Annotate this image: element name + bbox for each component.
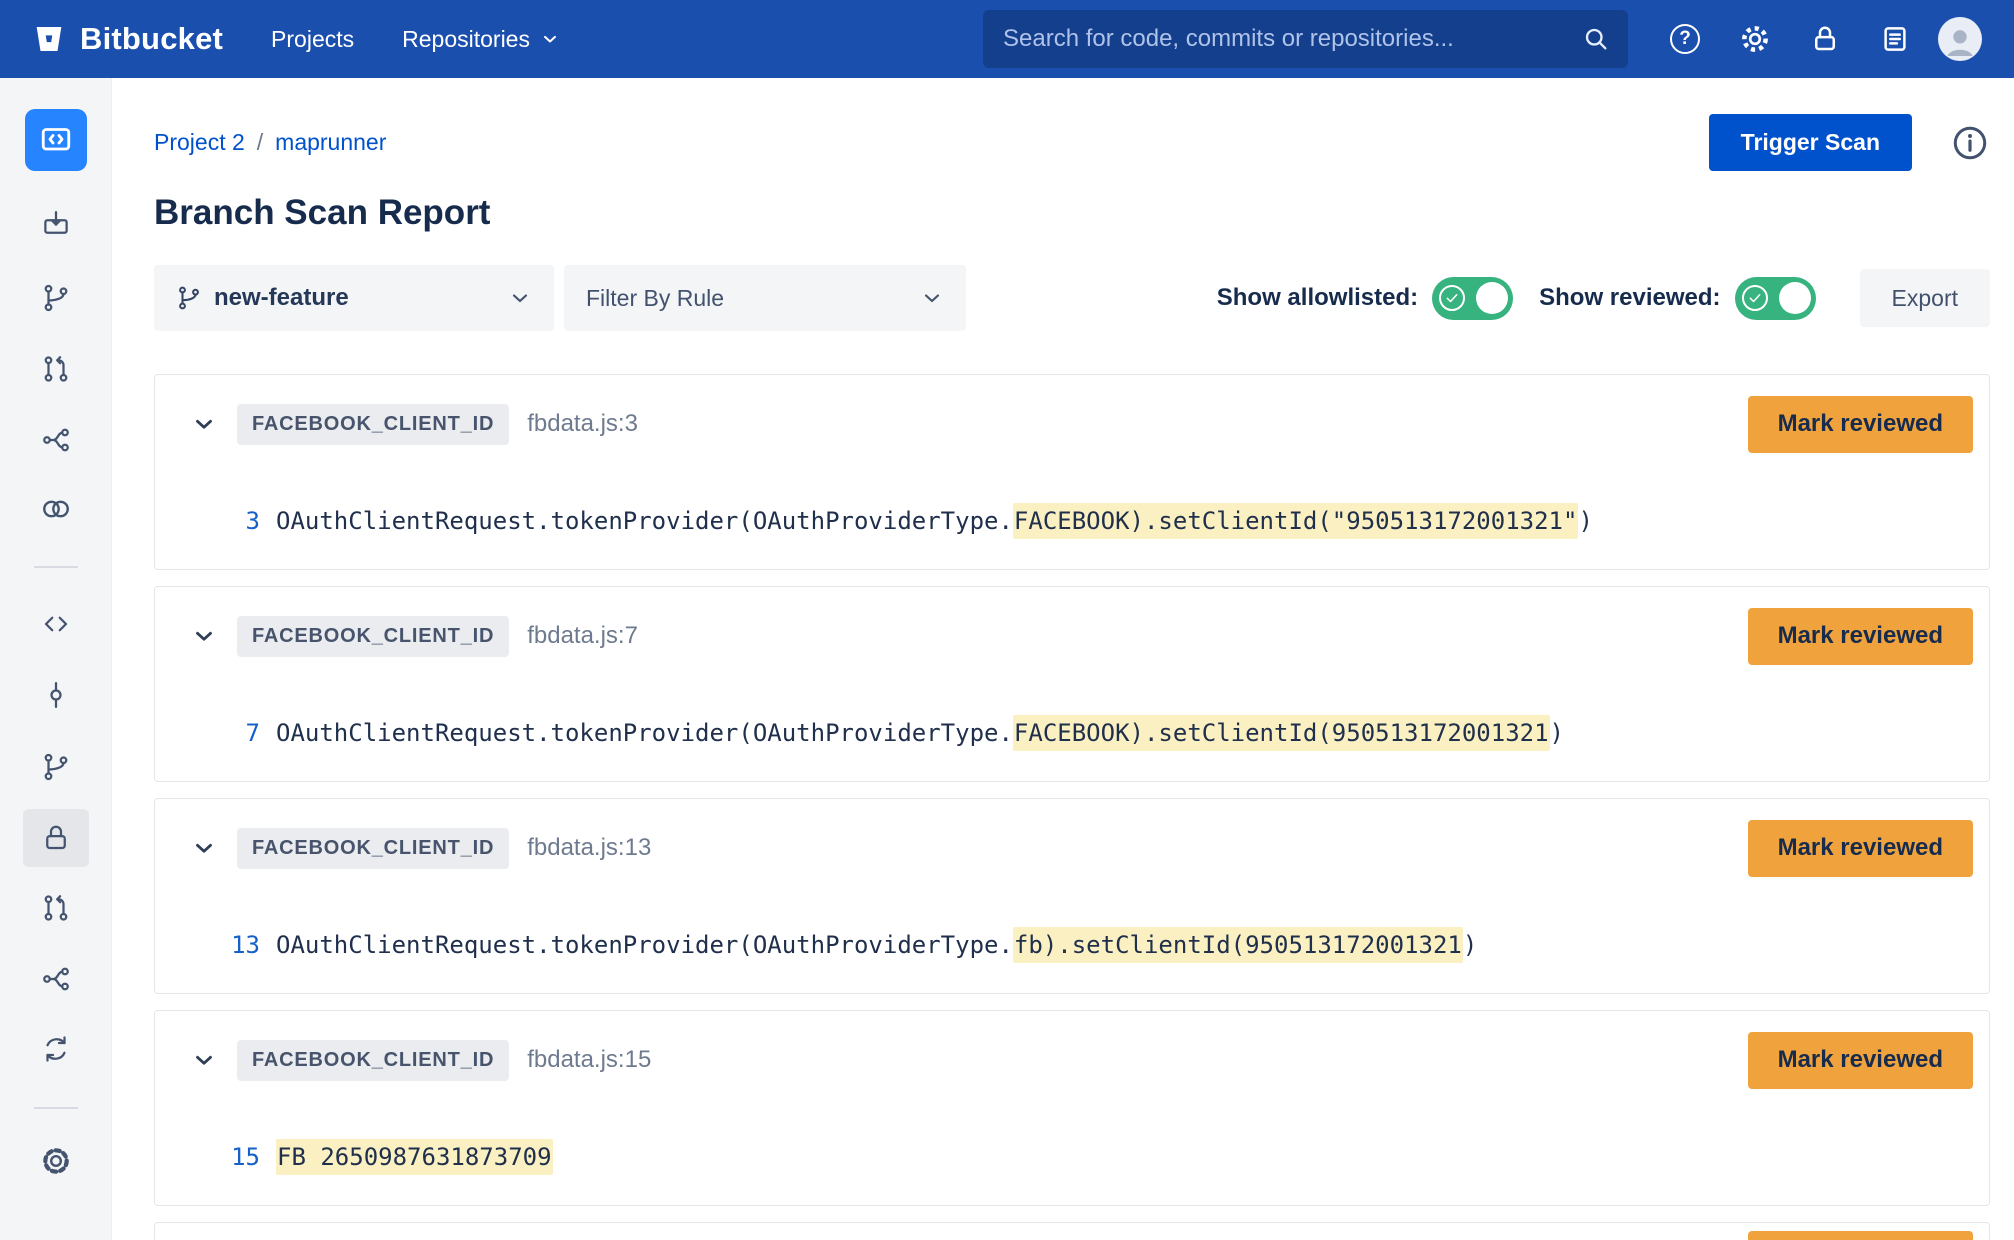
secret-highlight: FACEBOOK).setClientId(950513172001321 bbox=[1013, 715, 1550, 751]
finding-card: FACEBOOK_CLIENT_ID fbdata.js:7 Mark revi… bbox=[154, 586, 1990, 782]
breadcrumb-project-link[interactable]: Project 2 bbox=[154, 129, 245, 156]
show-allowlisted-toggle[interactable] bbox=[1432, 277, 1513, 320]
toggle-knob bbox=[1476, 282, 1508, 314]
code-line: OAuthClientRequest.tokenProvider(OAuthPr… bbox=[276, 719, 1564, 747]
chevron-down-icon bbox=[920, 286, 944, 310]
nav-repositories[interactable]: Repositories bbox=[402, 26, 560, 53]
top-nav: Bitbucket Projects Repositories ? bbox=[0, 0, 2014, 78]
person-icon bbox=[1940, 21, 1980, 61]
rule-badge: FACEBOOK_CLIENT_ID bbox=[237, 828, 509, 869]
pipelines-icon[interactable] bbox=[37, 490, 75, 528]
export-button[interactable]: Export bbox=[1860, 269, 1990, 327]
rule-badge: FACEBOOK_CLIENT_ID bbox=[237, 1040, 509, 1081]
brand-name: Bitbucket bbox=[80, 21, 223, 57]
code-line-number: 7 bbox=[215, 719, 260, 747]
secret-highlight: FACEBOOK).setClientId("950513172001321" bbox=[1013, 503, 1579, 539]
check-icon bbox=[1439, 285, 1465, 311]
collapse-chevron-icon[interactable] bbox=[189, 409, 219, 439]
show-reviewed-toggle[interactable] bbox=[1735, 277, 1816, 320]
breadcrumb-repo-link[interactable]: maprunner bbox=[275, 129, 386, 156]
pull-request-icon[interactable] bbox=[37, 350, 75, 388]
page-title: Branch Scan Report bbox=[154, 193, 1990, 233]
mark-reviewed-button[interactable]: Mark reviewed bbox=[1748, 820, 1973, 877]
user-avatar[interactable] bbox=[1938, 17, 1982, 61]
clone-checkout-icon[interactable] bbox=[37, 205, 75, 243]
branch-icon[interactable] bbox=[37, 279, 75, 317]
main-content: Project 2 / maprunner Trigger Scan Branc… bbox=[112, 78, 2014, 1240]
help-icon[interactable]: ? bbox=[1668, 22, 1702, 56]
left-sidebar bbox=[0, 78, 112, 1240]
compare-forks-icon[interactable] bbox=[37, 421, 75, 459]
finding-location: fbdata.js:15 bbox=[527, 1046, 651, 1074]
rule-badge: FACEBOOK_CLIENT_ID bbox=[237, 616, 509, 657]
breadcrumb-separator: / bbox=[257, 129, 263, 156]
mark-reviewed-button[interactable]: Mark reviewed bbox=[1748, 1032, 1973, 1089]
branch-select-value: new-feature bbox=[214, 284, 349, 312]
chevron-down-icon bbox=[508, 286, 532, 310]
pull-requests-icon[interactable] bbox=[37, 889, 75, 927]
search-input[interactable] bbox=[1003, 25, 1582, 53]
chevron-down-icon bbox=[540, 29, 560, 49]
sync-icon[interactable] bbox=[37, 1030, 75, 1068]
collapse-chevron-icon[interactable] bbox=[189, 833, 219, 863]
rule-filter-select[interactable]: Filter By Rule bbox=[564, 265, 966, 331]
sidebar-item-security-selected[interactable] bbox=[23, 809, 89, 867]
security-lock-icon bbox=[41, 823, 71, 853]
code-line: OAuthClientRequest.tokenProvider(OAuthPr… bbox=[276, 931, 1477, 959]
secret-highlight: fb).setClientId(950513172001321 bbox=[1013, 927, 1463, 963]
rule-badge: FACEBOOK_CLIENT_ID bbox=[237, 404, 509, 445]
nav-projects[interactable]: Projects bbox=[271, 26, 354, 53]
code-line-number: 13 bbox=[215, 931, 260, 959]
mark-reviewed-button[interactable]: Mark reviewed bbox=[1748, 1231, 1973, 1240]
mark-reviewed-button[interactable]: Mark reviewed bbox=[1748, 608, 1973, 665]
trigger-scan-button[interactable]: Trigger Scan bbox=[1709, 114, 1912, 171]
bitbucket-mark-icon bbox=[32, 22, 66, 56]
finding-location: fbdata.js:3 bbox=[527, 410, 638, 438]
security-lock-icon[interactable] bbox=[1808, 22, 1842, 56]
sidebar-divider bbox=[34, 1107, 78, 1109]
repo-settings-gear-icon[interactable] bbox=[37, 1142, 75, 1180]
finding-card: FACEBOOK_CLIENT_ID fbdata.js:15 Mark rev… bbox=[154, 1010, 1990, 1206]
nav-projects-label: Projects bbox=[271, 26, 354, 53]
branch-select[interactable]: new-feature bbox=[154, 265, 554, 331]
code-line-number: 15 bbox=[215, 1143, 260, 1171]
source-code-icon[interactable] bbox=[37, 605, 75, 643]
collapse-chevron-icon[interactable] bbox=[189, 621, 219, 651]
filter-bar: new-feature Filter By Rule Show allowlis… bbox=[154, 265, 1990, 331]
collapse-chevron-icon[interactable] bbox=[189, 1045, 219, 1075]
branches-icon[interactable] bbox=[37, 748, 75, 786]
finding-location: fbdata.js:7 bbox=[527, 622, 638, 650]
repo-avatar-icon[interactable] bbox=[25, 109, 87, 171]
findings-list: FACEBOOK_CLIENT_ID fbdata.js:3 Mark revi… bbox=[154, 374, 1990, 1240]
code-line: OAuthClientRequest.tokenProvider(OAuthPr… bbox=[276, 507, 1593, 535]
finding-card-partial: Mark reviewed bbox=[154, 1222, 1990, 1240]
nav-icon-cluster: ? bbox=[1668, 22, 1912, 56]
code-line-number: 3 bbox=[215, 507, 260, 535]
search-icon[interactable] bbox=[1582, 25, 1610, 53]
sidebar-divider bbox=[34, 566, 78, 568]
toggle-group: Show allowlisted: Show reviewed: Export bbox=[1217, 269, 1990, 327]
mark-reviewed-button[interactable]: Mark reviewed bbox=[1748, 396, 1973, 453]
code-line: FB 2650987631873709 bbox=[276, 1143, 553, 1171]
branch-icon bbox=[176, 285, 202, 311]
nav-repositories-label: Repositories bbox=[402, 26, 530, 53]
check-icon bbox=[1742, 285, 1768, 311]
commits-icon[interactable] bbox=[37, 676, 75, 714]
changelog-icon[interactable] bbox=[1878, 22, 1912, 56]
info-icon[interactable] bbox=[1950, 123, 1990, 163]
secret-highlight: FB 2650987631873709 bbox=[276, 1139, 553, 1175]
finding-card: FACEBOOK_CLIENT_ID fbdata.js:3 Mark revi… bbox=[154, 374, 1990, 570]
finding-location: fbdata.js:13 bbox=[527, 834, 651, 862]
breadcrumb: Project 2 / maprunner bbox=[154, 129, 386, 156]
settings-gear-icon[interactable] bbox=[1738, 22, 1772, 56]
global-search[interactable] bbox=[983, 10, 1628, 68]
bitbucket-logo[interactable]: Bitbucket bbox=[32, 21, 223, 57]
show-reviewed-label: Show reviewed: bbox=[1539, 284, 1720, 312]
show-allowlisted-label: Show allowlisted: bbox=[1217, 284, 1418, 312]
rule-filter-value: Filter By Rule bbox=[586, 285, 724, 312]
toggle-knob bbox=[1779, 282, 1811, 314]
finding-card: FACEBOOK_CLIENT_ID fbdata.js:13 Mark rev… bbox=[154, 798, 1990, 994]
forks-icon[interactable] bbox=[37, 960, 75, 998]
